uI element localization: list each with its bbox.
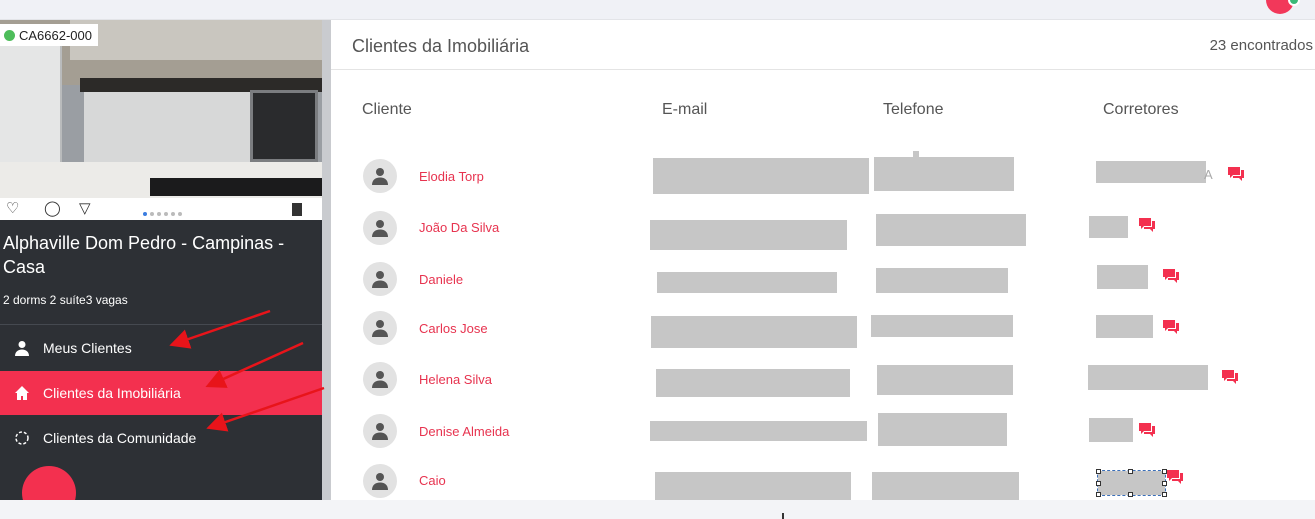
column-header-cliente: Cliente	[362, 101, 412, 118]
table-row[interactable]: Caio	[331, 462, 1315, 502]
user-icon	[372, 371, 388, 388]
property-features: 2 dorms 2 suíte3 vagas	[3, 293, 128, 307]
column-header-email: E-mail	[662, 101, 708, 118]
client-name-link[interactable]: Carlos Jose	[419, 321, 488, 336]
redacted-phone	[876, 214, 1026, 246]
chat-icon[interactable]	[1138, 422, 1156, 438]
avatar	[363, 262, 397, 296]
community-icon	[14, 430, 30, 446]
user-icon	[372, 271, 388, 288]
chat-icon[interactable]	[1162, 268, 1180, 284]
menu-item-label: Meus Clientes	[43, 340, 132, 356]
user-icon	[372, 423, 388, 440]
status-dot	[4, 29, 15, 41]
redacted-phone	[871, 315, 1013, 337]
redacted-broker	[1089, 216, 1128, 238]
resize-handle[interactable]	[1162, 492, 1167, 497]
redacted-email	[651, 316, 857, 348]
redacted-phone	[874, 157, 1014, 191]
user-icon	[372, 320, 388, 337]
client-name-link[interactable]: Denise Almeida	[419, 424, 509, 439]
redacted-phone	[876, 268, 1008, 293]
property-code-badge: CA6662-000	[0, 24, 98, 46]
send-icon[interactable]: ▽	[79, 201, 91, 217]
resize-handle[interactable]	[1096, 469, 1101, 474]
clients-card: Clientes da Imobiliária 23 encontrados C…	[331, 20, 1315, 502]
home-icon	[14, 385, 30, 401]
table-row[interactable]: Elodia Torp A	[331, 151, 1315, 197]
table-row[interactable]: Helena Silva	[331, 360, 1315, 400]
client-name-link[interactable]: Elodia Torp	[419, 169, 484, 184]
column-header-corretores: Corretores	[1103, 101, 1179, 118]
menu-item-clientes-comunidade[interactable]: Clientes da Comunidade	[0, 416, 322, 460]
divider	[0, 324, 322, 325]
resize-handle[interactable]	[1096, 481, 1101, 486]
avatar	[363, 414, 397, 448]
user-icon	[372, 168, 388, 185]
panel-scrollbar[interactable]	[322, 20, 331, 500]
divider	[331, 69, 1315, 70]
table-row[interactable]: Carlos Jose	[331, 309, 1315, 349]
redacted-broker	[1088, 365, 1208, 390]
results-count: 23 encontrados	[1209, 37, 1313, 54]
avatar	[363, 464, 397, 498]
property-title: Alphaville Dom Pedro - Campinas - Casa	[3, 233, 285, 277]
avatar	[363, 311, 397, 345]
footer-strip	[0, 500, 1315, 519]
chat-icon[interactable]	[1138, 217, 1156, 233]
table-row[interactable]: Denise Almeida	[331, 412, 1315, 452]
property-photo[interactable]	[0, 20, 322, 198]
user-icon	[372, 473, 388, 490]
heart-icon[interactable]: ♡	[6, 201, 19, 217]
redacted-broker	[1089, 418, 1133, 442]
chat-icon[interactable]	[1221, 369, 1239, 385]
chat-icon[interactable]	[1162, 319, 1180, 335]
user-icon	[372, 220, 388, 237]
column-header-telefone: Telefone	[883, 101, 944, 118]
table-row[interactable]: João Da Silva	[331, 209, 1315, 250]
resize-handle[interactable]	[1096, 492, 1101, 497]
menu-item-clientes-imobiliaria[interactable]: Clientes da Imobiliária	[0, 371, 322, 415]
broker-suffix: A	[1204, 167, 1213, 182]
redacted-email	[655, 472, 851, 500]
client-name-link[interactable]: Helena Silva	[419, 372, 492, 387]
redacted-email	[656, 369, 850, 397]
cursor-mark	[782, 513, 784, 519]
redacted-broker	[1096, 161, 1206, 183]
redacted-email	[657, 272, 837, 293]
chat-icon[interactable]	[1166, 469, 1184, 485]
menu-item-label: Clientes da Imobiliária	[43, 385, 181, 401]
property-code: CA6662-000	[19, 27, 92, 43]
client-name-link[interactable]: Daniele	[419, 272, 463, 287]
table-row[interactable]: Daniele	[331, 260, 1315, 300]
redacted-phone	[872, 472, 1019, 501]
top-bar	[0, 0, 1315, 20]
menu-item-meus-clientes[interactable]: Meus Clientes	[0, 326, 322, 370]
comment-icon[interactable]: ◯	[44, 201, 61, 217]
page-title: Clientes da Imobiliária	[352, 36, 530, 56]
carousel-dots	[143, 212, 182, 216]
redacted-phone	[877, 365, 1013, 395]
avatar	[363, 211, 397, 245]
avatar	[363, 159, 397, 193]
redacted-broker	[1096, 315, 1153, 338]
bookmark-icon[interactable]	[292, 203, 302, 216]
menu-item-label: Clientes da Comunidade	[43, 430, 197, 446]
photo-action-bar: ♡ ◯ ▽	[0, 198, 322, 220]
resize-handle[interactable]	[1128, 469, 1133, 474]
user-icon	[14, 340, 30, 356]
client-name-link[interactable]: Caio	[419, 473, 446, 488]
redacted-broker	[1097, 265, 1148, 289]
redacted-email	[653, 158, 869, 194]
client-name-link[interactable]: João Da Silva	[419, 220, 499, 235]
redacted-phone	[878, 413, 1007, 446]
redacted-email	[650, 421, 867, 441]
avatar	[363, 362, 397, 396]
resize-handle[interactable]	[1128, 492, 1133, 497]
redacted-email	[650, 220, 847, 250]
chat-icon[interactable]	[1227, 166, 1245, 182]
property-panel: CA6662-000 ♡ ◯ ▽ Alphaville Dom Pedro - …	[0, 20, 331, 500]
